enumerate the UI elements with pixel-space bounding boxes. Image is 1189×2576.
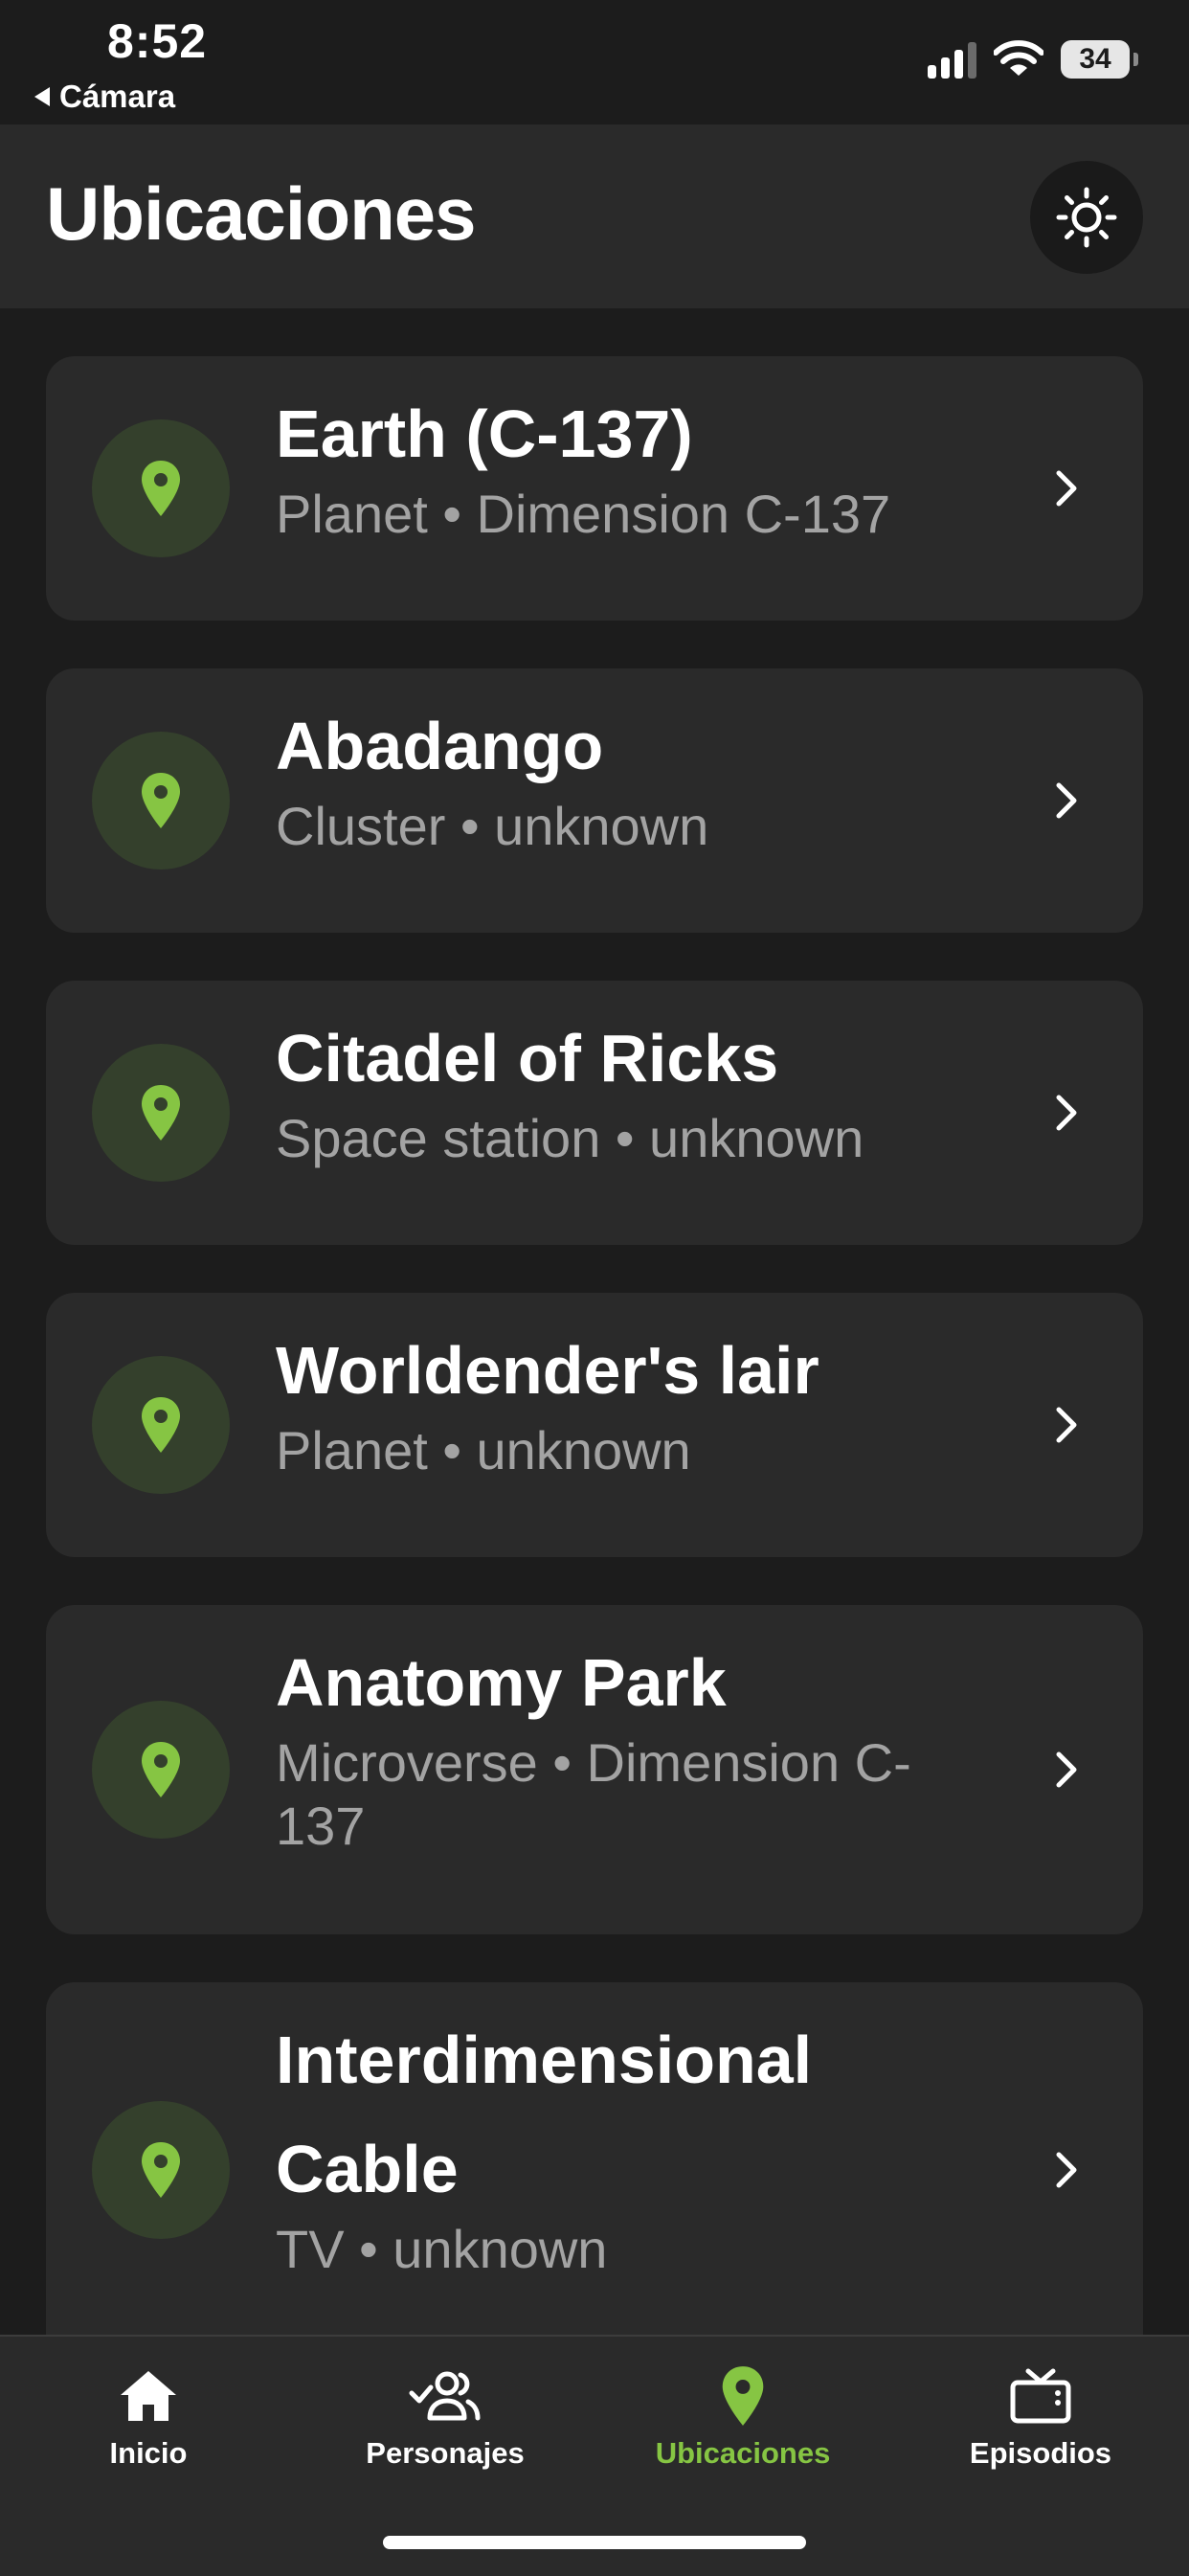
tab-label: Ubicaciones [655, 2436, 831, 2470]
location-avatar [92, 419, 230, 557]
location-card[interactable]: Earth (C-137) Planet • Dimension C-137 [46, 356, 1143, 621]
location-avatar [92, 1356, 230, 1494]
chevron-right-icon [1056, 782, 1077, 819]
location-card[interactable]: Citadel of Ricks Space station • unknown [46, 981, 1143, 1245]
app-header: Ubicaciones [0, 124, 1189, 308]
location-card[interactable]: Worldender's lair Planet • unknown [46, 1293, 1143, 1557]
status-bar: 8:52 Cámara 34 [0, 0, 1189, 124]
chevron-right-icon [1056, 2152, 1077, 2188]
home-indicator[interactable] [383, 2536, 806, 2549]
location-avatar [92, 2101, 230, 2239]
location-pin-icon [722, 2366, 764, 2426]
chevron-right-icon [1056, 470, 1077, 507]
sun-icon [1056, 187, 1117, 248]
page-title: Ubicaciones [46, 171, 477, 256]
location-name: Anatomy Park [276, 1645, 727, 1720]
tab-personajes[interactable]: Personajes [297, 2361, 594, 2471]
tab-label: Episodios [969, 2436, 1112, 2470]
location-card[interactable]: Abadango Cluster • unknown [46, 668, 1143, 933]
location-pin-icon [142, 1742, 180, 1797]
location-name: Earth (C-137) [276, 396, 693, 471]
location-pin-icon [142, 1085, 180, 1141]
battery-icon: 34 [1061, 40, 1138, 79]
location-pin-icon [142, 1397, 180, 1453]
chevron-right-icon [1056, 1751, 1077, 1788]
location-subtitle: Planet • unknown [276, 1420, 691, 1480]
location-subtitle: Planet • Dimension C-137 [276, 484, 891, 544]
location-subtitle: TV • unknown [276, 2219, 608, 2279]
location-avatar [92, 732, 230, 870]
location-subtitle: Cluster • unknown [276, 796, 709, 856]
tab-episodios[interactable]: Episodios [892, 2361, 1189, 2471]
theme-toggle-button[interactable] [1030, 161, 1143, 274]
home-icon [121, 2371, 176, 2421]
wifi-icon [994, 40, 1043, 76]
location-pin-icon [142, 2142, 180, 2198]
tab-ubicaciones[interactable]: Ubicaciones [594, 2361, 891, 2471]
battery-level: 34 [1079, 43, 1111, 75]
chevron-right-icon [1056, 1407, 1077, 1443]
chevron-right-icon [1056, 1095, 1077, 1131]
location-pin-icon [142, 773, 180, 828]
status-indicators: 34 [928, 40, 1138, 79]
tab-label: Inicio [109, 2436, 188, 2470]
tab-inicio[interactable]: Inicio [0, 2361, 297, 2471]
back-arrow-icon [34, 87, 50, 106]
people-icon [409, 2371, 481, 2421]
location-name: Citadel of Ricks [276, 1021, 779, 1096]
status-time: 8:52 [107, 14, 208, 68]
location-pin-icon [142, 461, 180, 516]
location-subtitle: Space station • unknown [276, 1108, 864, 1168]
location-name: Interdimensional Cable [276, 2022, 813, 2206]
location-subtitle: Microverse • Dimension C-137 [276, 1732, 911, 1856]
back-app-label: Cámara [59, 79, 176, 114]
location-name: Worldender's lair [276, 1333, 819, 1408]
location-name: Abadango [276, 709, 604, 783]
location-avatar [92, 1044, 230, 1182]
cellular-signal-icon [928, 40, 976, 79]
back-to-app-link[interactable]: Cámara [34, 79, 175, 115]
location-card[interactable]: Anatomy Park Microverse • Dimension C-13… [46, 1605, 1143, 1934]
tab-label: Personajes [366, 2436, 525, 2470]
tv-icon [1010, 2368, 1071, 2424]
location-card[interactable]: Interdimensional Cable TV • unknown [46, 1982, 1143, 2365]
location-avatar [92, 1701, 230, 1839]
